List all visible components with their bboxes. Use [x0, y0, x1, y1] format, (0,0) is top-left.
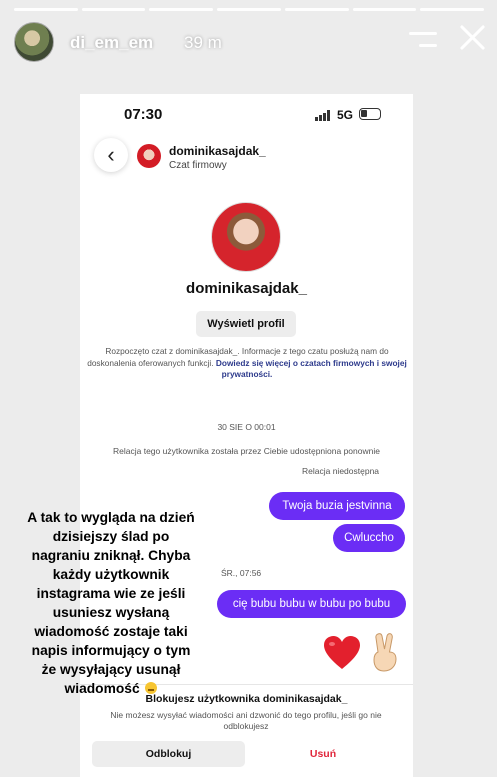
victory-hand-icon[interactable]	[369, 632, 401, 672]
caption-line: dzisiejszy ślad po	[52, 529, 170, 544]
privacy-link[interactable]: Dowiedz się więcej o czatach firmowych i…	[216, 358, 407, 380]
chat-subtitle: Czat firmowy	[169, 160, 227, 171]
status-bar-icons: 5G	[315, 108, 395, 122]
story-share-note: Relacja tego użytkownika została przez C…	[113, 446, 380, 456]
network-label: 5G	[337, 108, 354, 122]
chat-avatar[interactable]	[137, 144, 161, 168]
remove-button[interactable]: Usuń	[280, 741, 366, 767]
story-header: di_em_em 39 m	[14, 22, 484, 62]
chat-info-text: Rozpoczęto czat z dominikasajdak_. Infor…	[86, 346, 408, 381]
story-caption: A tak to wygląda na dzień dzisiejszy śla…	[0, 508, 222, 698]
chat-username[interactable]: dominikasajdak_	[169, 144, 266, 158]
caption-line: wiadomość	[64, 681, 140, 696]
date-header: 30 SIE O 00:01	[217, 422, 276, 432]
caption-line: że wysyłający usunął	[41, 662, 181, 677]
blocked-description: Nie możesz wysyłać wiadomości ani dzwoni…	[110, 710, 382, 731]
profile-username: dominikasajdak_	[186, 280, 307, 297]
menu-icon[interactable]	[409, 30, 437, 50]
signal-icon	[315, 110, 331, 121]
story-avatar[interactable]	[14, 22, 54, 62]
story-username[interactable]: di_em_em	[70, 33, 153, 53]
battery-icon	[359, 108, 381, 120]
message-bubble[interactable]: Twoja buzia jestvinna	[269, 492, 405, 520]
caption-line: napis informujący o tym	[31, 643, 191, 658]
message-bubble[interactable]: Cwluccho	[333, 524, 405, 552]
view-profile-button[interactable]: Wyświetl profil	[196, 311, 296, 337]
smiley-emoji-icon	[145, 682, 158, 694]
caption-line: usuniesz wysłaną	[52, 605, 170, 620]
story-progress-bar	[14, 8, 485, 11]
caption-line: instagrama wie ze jeśli	[36, 586, 186, 601]
profile-avatar[interactable]	[211, 202, 281, 272]
message-timestamp: ŚR., 07:56	[221, 568, 262, 578]
red-heart-icon[interactable]	[323, 635, 361, 671]
caption-line: A tak to wygląda na dzień	[27, 510, 195, 525]
caption-line: każdy użytkownik	[52, 567, 170, 582]
chevron-left-icon: ‹	[107, 142, 115, 167]
status-bar-time: 07:30	[124, 106, 163, 123]
story-time-ago: 39 m	[184, 33, 222, 52]
close-icon[interactable]	[459, 24, 485, 50]
caption-last-line: wiadomość	[0, 679, 222, 698]
message-bubble[interactable]: cię bubu bubu w bubu po bubu	[217, 590, 406, 618]
back-button[interactable]: ‹	[94, 138, 128, 172]
caption-line: wiadomość zostaje taki	[34, 624, 188, 639]
story-unavailable-label: Relacja niedostępna	[302, 466, 380, 476]
caption-line: nagraniu zniknął. Chyba	[31, 548, 191, 563]
unblock-button[interactable]: Odblokuj	[92, 741, 245, 767]
